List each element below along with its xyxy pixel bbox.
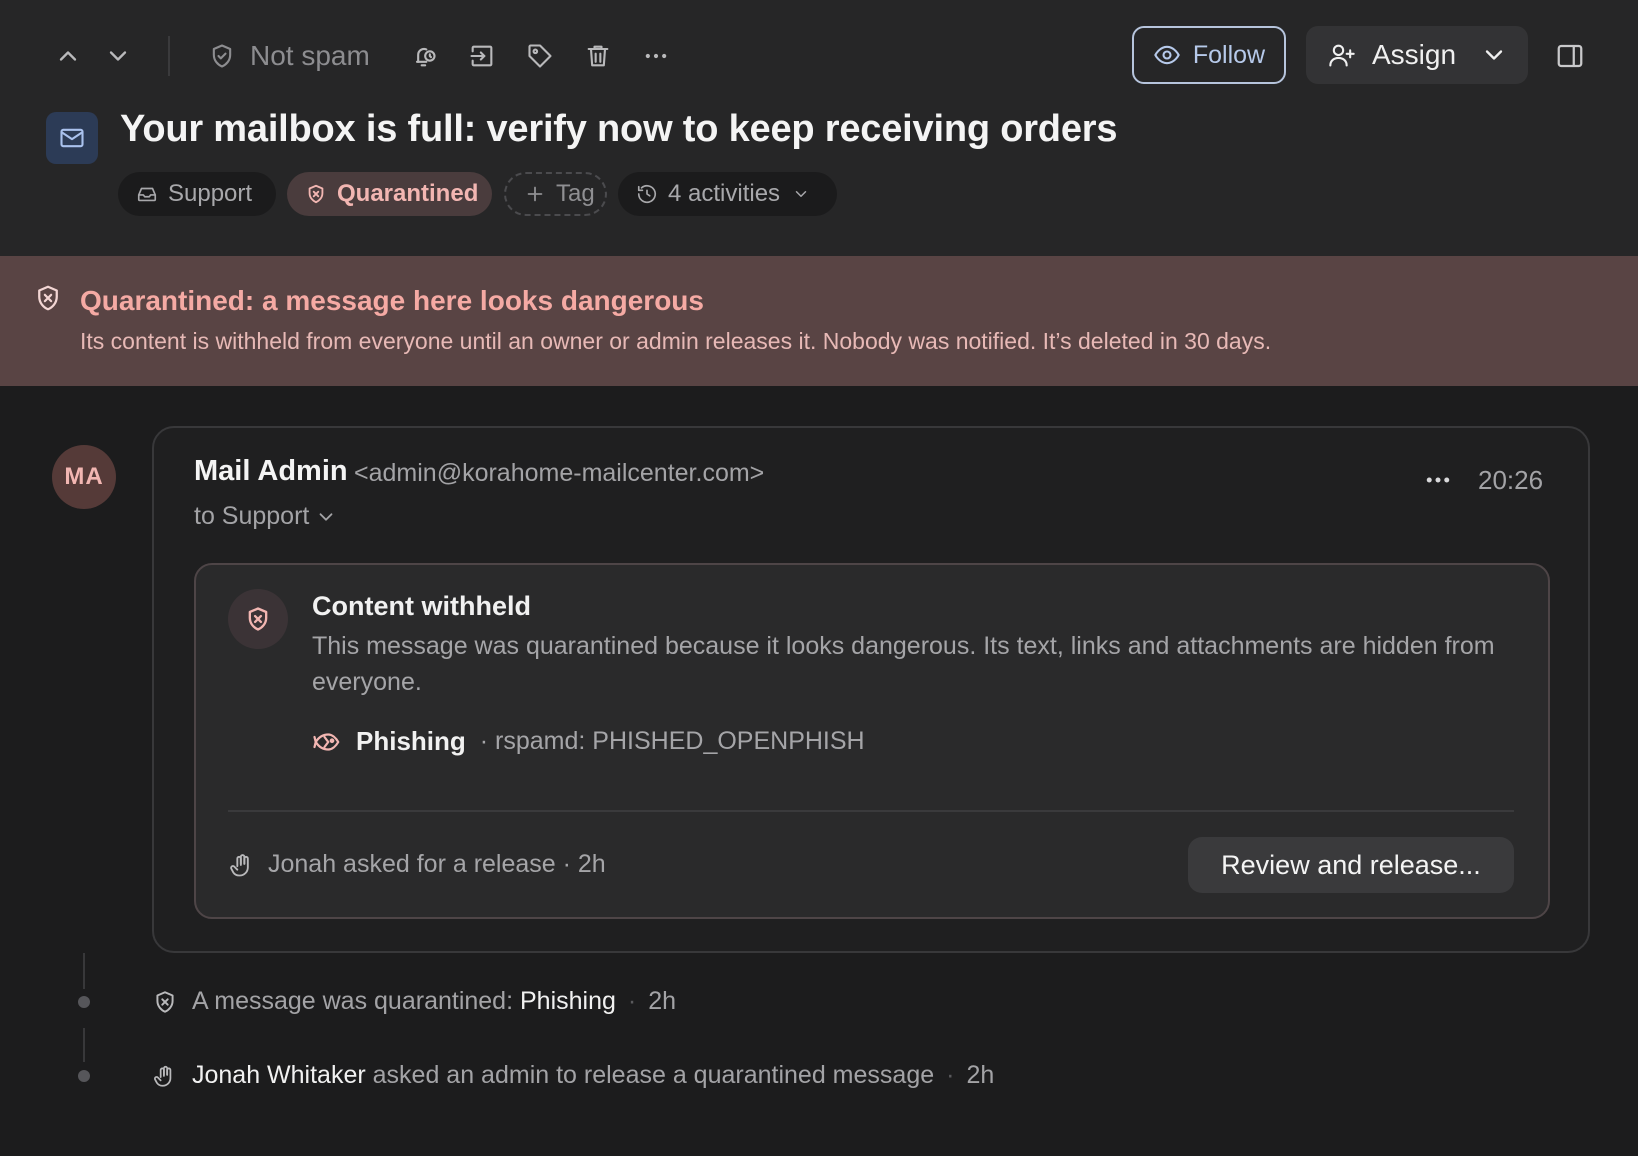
withheld-divider [228, 810, 1514, 812]
withheld-title: Content withheld [312, 591, 531, 621]
sender-name[interactable]: Mail Admin [194, 455, 348, 488]
quarantine-banner [0, 256, 1638, 386]
review-and-release-button[interactable]: Review and release... [1188, 837, 1514, 893]
user-plus-icon [1329, 44, 1355, 67]
sender-email: <admin@korahome-mailcenter.com> [354, 459, 765, 487]
channel-badge [46, 112, 98, 164]
shield-check-icon [212, 44, 232, 68]
inbox-pill-label: Support [168, 180, 253, 207]
tag-icon [528, 44, 552, 68]
inbox-pill[interactable]: Support [118, 172, 276, 216]
delete-button[interactable] [578, 36, 618, 76]
previous-conversation-button[interactable] [48, 36, 88, 76]
eye-icon [1154, 45, 1180, 65]
more-actions-button[interactable] [636, 36, 676, 76]
banner-title: Quarantined: a message here looks danger… [80, 285, 704, 316]
chevron-down-icon [1485, 50, 1503, 60]
move-button[interactable] [462, 36, 502, 76]
shield-x-icon [308, 184, 324, 204]
release-request-text: Jonah asked for a release · 2h [268, 850, 606, 878]
timeline-item: Jonah Whitaker asked an admin to release… [152, 1061, 994, 1090]
shield-x-icon [248, 607, 268, 631]
activities-label: 4 activities [668, 180, 781, 207]
add-tag-button[interactable]: Tag [504, 172, 607, 216]
follow-button[interactable]: Follow [1132, 26, 1286, 84]
message-time: 20:26 [1478, 465, 1544, 495]
timeline-dot [78, 1070, 90, 1082]
timeline-dot [78, 996, 90, 1008]
shield-x-icon [38, 285, 58, 311]
quarantine-reason: Phishing · rspamd: PHISHED_OPENPHISH [312, 726, 865, 757]
timeline-time: 2h [966, 1061, 995, 1089]
next-conversation-button[interactable] [98, 36, 138, 76]
timeline-separator: · [627, 987, 637, 1015]
snooze-icon [415, 47, 436, 67]
shield-x-icon [156, 990, 174, 1013]
sidebar-panel-icon [1557, 44, 1583, 68]
timeline-time: 2h [648, 987, 677, 1015]
reason-name: Phishing [356, 726, 466, 756]
plus-icon [527, 186, 543, 202]
recipients-label: to Support [194, 502, 310, 530]
withheld-description: This message was quarantined because it … [312, 632, 1495, 696]
timeline-text: asked an admin to release a quarantined … [365, 1061, 935, 1089]
recipients-dropdown[interactable]: to Support [194, 502, 337, 531]
add-tag-label: Tag [556, 180, 595, 207]
mail-icon [60, 128, 84, 148]
phishing-fish-icon [313, 732, 340, 751]
toggle-sidebar-button[interactable] [1554, 36, 1586, 76]
hand-icon [230, 853, 249, 876]
reason-detail: · rspamd: PHISHED_OPENPHISH [479, 727, 865, 755]
activities-dropdown[interactable]: 4 activities [618, 172, 837, 216]
timeline-connector [83, 953, 85, 989]
not-spam-label: Not spam [250, 40, 370, 71]
timeline-item: A message was quarantined: Phishing · 2h [152, 987, 676, 1016]
timeline-text: A message was quarantined: [192, 987, 520, 1015]
chevron-down-icon [319, 512, 333, 521]
assign-button[interactable]: Assign [1306, 26, 1528, 84]
message-more-button[interactable] [1422, 466, 1454, 494]
banner-description: Its content is withheld from everyone un… [80, 328, 1272, 354]
follow-label: Follow [1192, 40, 1266, 69]
timeline-separator: · [946, 1061, 955, 1089]
assign-label: Assign [1372, 39, 1457, 70]
not-spam-button[interactable]: Not spam [208, 36, 370, 76]
status-badge-label: Quarantined [337, 180, 479, 207]
timeline-highlight: Phishing [519, 987, 616, 1015]
tag-button[interactable] [520, 36, 560, 76]
withheld-icon-badge [228, 589, 288, 649]
more-icon [1426, 477, 1450, 483]
timeline-actor[interactable]: Jonah Whitaker [192, 1061, 366, 1090]
inbox-icon [137, 187, 157, 202]
chevron-up-icon [59, 51, 77, 61]
history-icon [637, 185, 657, 204]
trash-icon [587, 45, 609, 67]
timeline-connector [83, 1028, 85, 1062]
toolbar-divider [168, 36, 170, 76]
more-icon [645, 53, 667, 59]
move-icon [470, 45, 493, 67]
avatar: MA [52, 445, 116, 509]
hand-icon [154, 1065, 172, 1087]
chevron-down-icon [109, 51, 127, 61]
snooze-button[interactable] [404, 36, 444, 76]
release-request-note: Jonah asked for a release · 2h [228, 850, 606, 879]
chevron-down-icon [795, 191, 807, 197]
status-badge[interactable]: Quarantined [287, 172, 492, 216]
conversation-subject: Your mailbox is full: verify now to keep… [120, 108, 1118, 150]
